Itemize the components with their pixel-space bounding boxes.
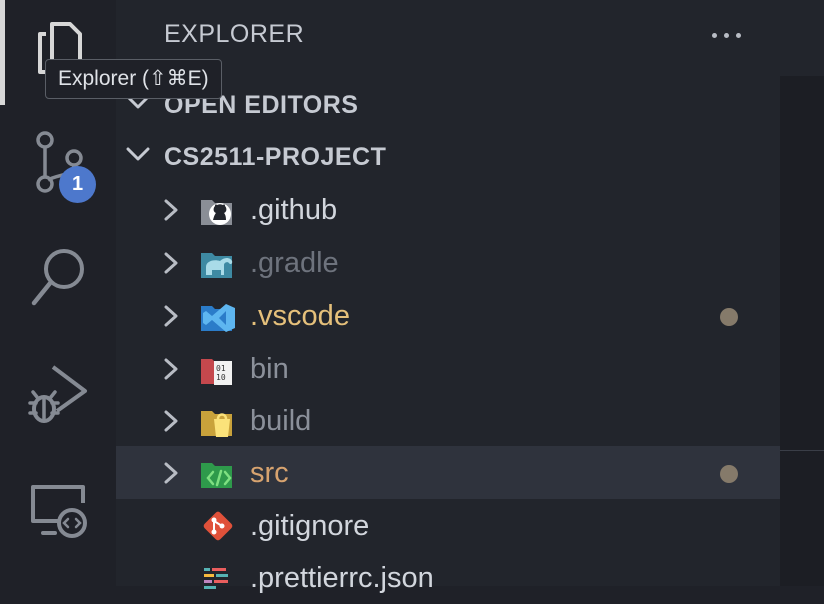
tree-item-label: .gradle: [250, 247, 339, 279]
chevron-right-icon: [164, 199, 178, 221]
github-folder-icon: [201, 200, 232, 225]
tree-row[interactable]: .vscode: [116, 289, 780, 342]
vscode-folder-icon: [201, 304, 235, 332]
tree-item-label: .gitignore: [250, 510, 370, 542]
tree-item-label: .vscode: [250, 300, 350, 332]
tree-row-selected[interactable]: src: [116, 446, 780, 499]
chevron-right-icon: [164, 358, 178, 380]
tree-row[interactable]: .github: [116, 183, 780, 236]
sidebar-title: EXPLORER: [164, 20, 305, 48]
explorer-tooltip: Explorer (⇧⌘E): [45, 59, 222, 99]
svg-text:10: 10: [216, 373, 226, 382]
tree-item-label: .github: [250, 194, 338, 226]
tree-item-label: src: [250, 457, 289, 489]
tree-row[interactable]: build: [116, 394, 780, 447]
more-actions-button[interactable]: [706, 22, 748, 48]
editor-header: [780, 0, 824, 76]
tree-row[interactable]: 01 10 bin: [116, 342, 780, 395]
active-indicator: [0, 0, 5, 105]
more-icon-dot: [736, 33, 741, 38]
chevron-down-icon: [126, 147, 150, 161]
more-icon-dot: [724, 33, 729, 38]
project-label: CS2511-PROJECT: [164, 143, 387, 171]
source-control-badge: 1: [59, 166, 96, 203]
chevron-right-icon: [164, 305, 178, 327]
more-icon-dot: [712, 33, 717, 38]
prettier-file-icon: [204, 568, 228, 589]
remote-explorer-button[interactable]: [24, 476, 92, 544]
tree-row[interactable]: .gradle: [116, 236, 780, 289]
tree-row[interactable]: .gitignore: [116, 499, 780, 552]
run-debug-button[interactable]: [24, 360, 92, 428]
git-file-icon: [203, 511, 233, 541]
search-button[interactable]: [24, 244, 92, 312]
remote-explorer-icon: [31, 485, 87, 538]
svg-text:01: 01: [216, 364, 226, 373]
editor-area: [780, 0, 824, 586]
tree-item-label: build: [250, 405, 312, 437]
tree-row[interactable]: .prettierrc.json: [116, 551, 780, 604]
search-icon: [31, 249, 84, 306]
chevron-right-icon: [164, 252, 178, 274]
run-debug-icon: [28, 365, 87, 423]
tree-item-label: .prettierrc.json: [250, 562, 434, 594]
binary-folder-icon: 01 10: [201, 359, 232, 385]
modified-indicator: [720, 308, 738, 326]
chevron-right-icon: [164, 410, 178, 432]
gradle-folder-icon: [201, 253, 233, 278]
source-folder-icon: [201, 463, 232, 488]
project-section[interactable]: CS2511-PROJECT: [116, 130, 780, 182]
panel-divider: [780, 450, 824, 451]
build-folder-icon: [201, 411, 232, 437]
chevron-right-icon: [164, 462, 178, 484]
tree-item-label: bin: [250, 353, 289, 385]
modified-indicator: [720, 465, 738, 483]
